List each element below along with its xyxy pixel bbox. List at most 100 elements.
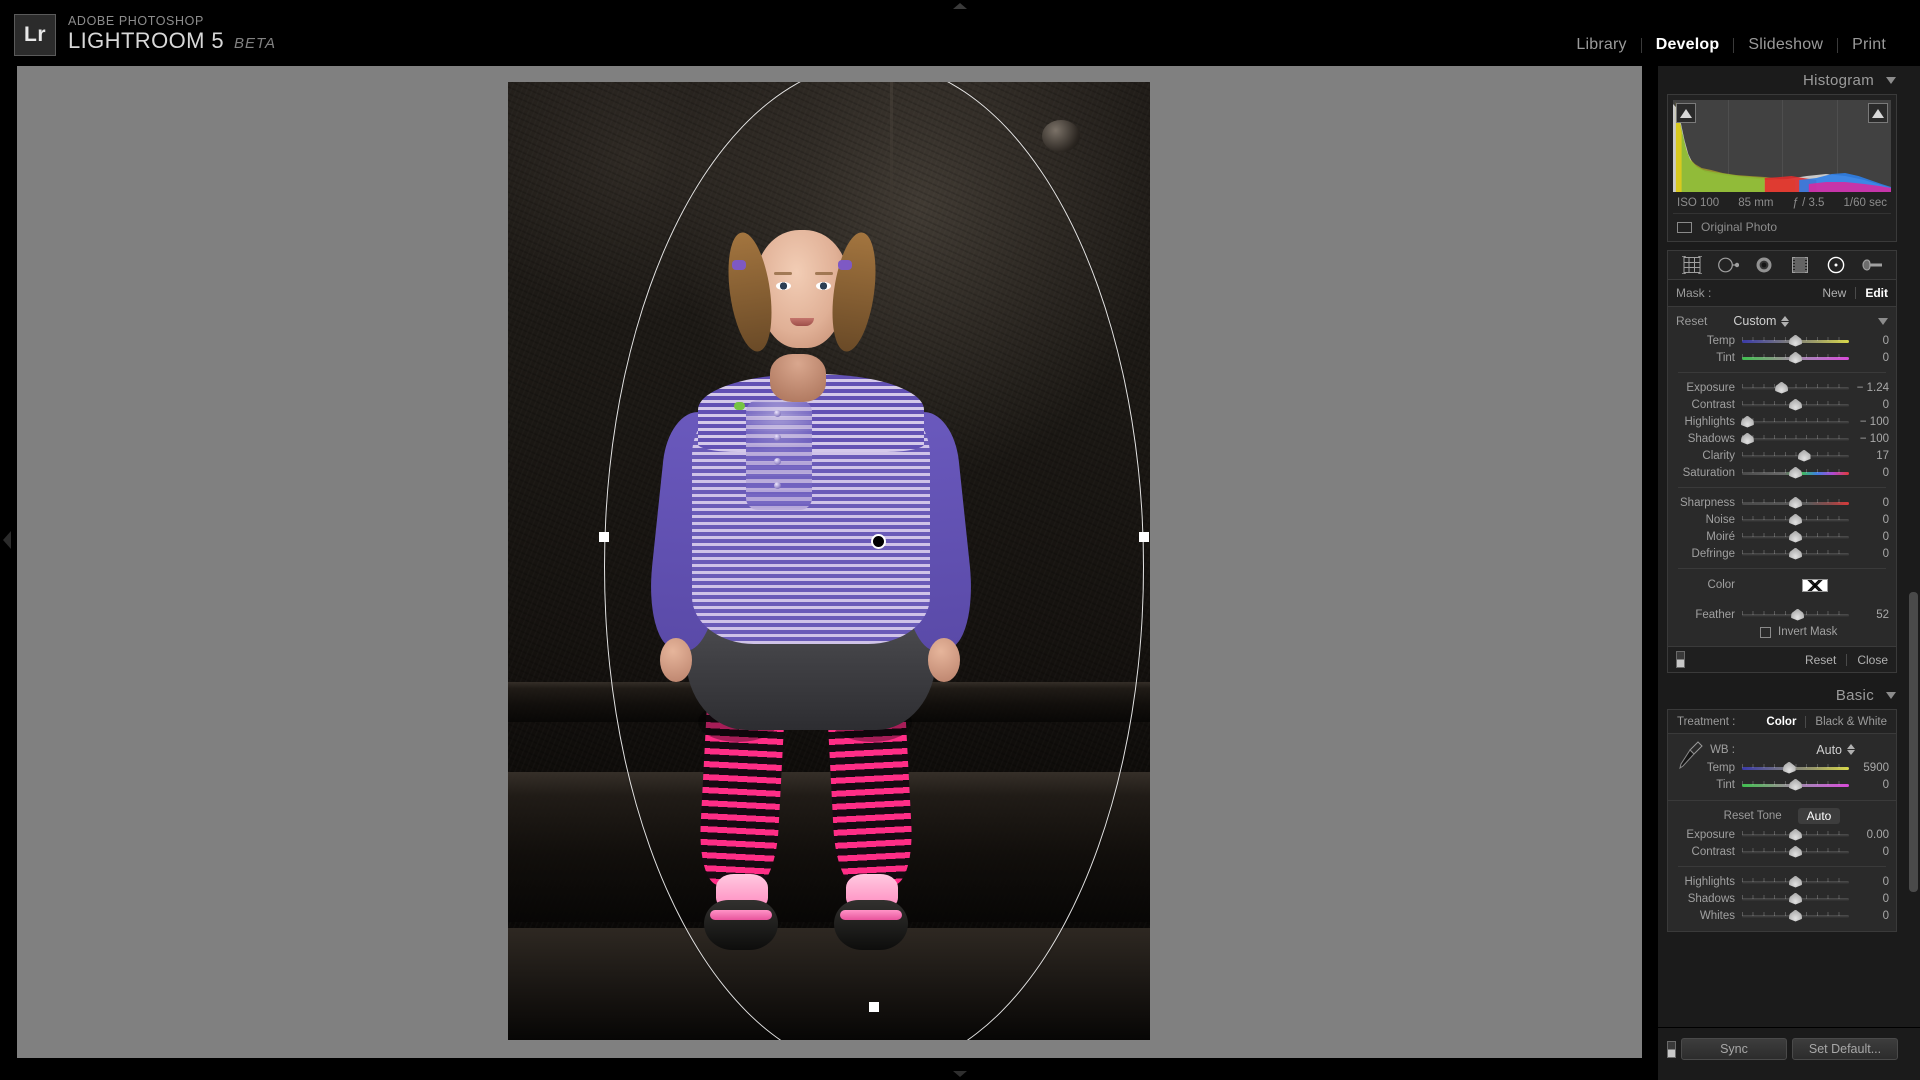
highlight-clipping-button[interactable] bbox=[1868, 103, 1888, 123]
module-print[interactable]: Print bbox=[1838, 36, 1900, 54]
slider-value[interactable]: 52 bbox=[1849, 609, 1889, 621]
slider-track[interactable] bbox=[1742, 608, 1849, 621]
slider-value[interactable]: − 100 bbox=[1849, 416, 1889, 428]
toggle-left-panel-arrow[interactable] bbox=[3, 531, 11, 549]
sync-toggle-switch[interactable] bbox=[1667, 1040, 1676, 1058]
adjustment-brush-tool-icon[interactable] bbox=[1859, 254, 1885, 276]
identity-plate[interactable]: Lr ADOBE PHOTOSHOP LIGHTROOM 5 BETA bbox=[14, 14, 276, 57]
mask-edit-button[interactable]: Edit bbox=[1865, 286, 1888, 300]
toggle-top-panel-arrow[interactable] bbox=[953, 3, 967, 9]
red-eye-correction-tool-icon[interactable] bbox=[1751, 254, 1777, 276]
chevron-down-icon[interactable] bbox=[1886, 691, 1896, 699]
slider-row-shadows[interactable]: Shadows 0 bbox=[1668, 890, 1896, 907]
slider-value[interactable]: 0 bbox=[1849, 467, 1889, 479]
mask-new-button[interactable]: New bbox=[1822, 286, 1846, 300]
slider-row-temp[interactable]: Temp 0 bbox=[1668, 332, 1896, 349]
slider-value[interactable]: 5900 bbox=[1849, 762, 1889, 774]
slider-track[interactable] bbox=[1742, 845, 1849, 858]
slider-value[interactable]: 0 bbox=[1849, 846, 1889, 858]
slider-row-shadows[interactable]: Shadows − 100 bbox=[1668, 430, 1896, 447]
effect-toggle-switch[interactable] bbox=[1676, 651, 1685, 668]
slider-track[interactable] bbox=[1742, 778, 1849, 791]
slider-row-defringe[interactable]: Defringe 0 bbox=[1668, 545, 1896, 562]
treatment-bw-option[interactable]: Black & White bbox=[1815, 716, 1887, 728]
original-photo-row[interactable]: Original Photo bbox=[1673, 213, 1891, 241]
slider-row-sharpness[interactable]: Sharpness 0 bbox=[1668, 494, 1896, 511]
slider-row-contrast[interactable]: Contrast 0 bbox=[1668, 843, 1896, 860]
slider-value[interactable]: 0 bbox=[1849, 497, 1889, 509]
module-library[interactable]: Library bbox=[1562, 36, 1640, 54]
slider-track[interactable] bbox=[1742, 513, 1849, 526]
slider-value[interactable]: 0 bbox=[1849, 893, 1889, 905]
radial-close-button[interactable]: Close bbox=[1857, 653, 1888, 667]
slider-row-feather[interactable]: Feather 52 bbox=[1668, 606, 1896, 623]
slider-row-highlights[interactable]: Highlights − 100 bbox=[1668, 413, 1896, 430]
invert-mask-checkbox[interactable] bbox=[1760, 626, 1771, 638]
slider-row-contrast[interactable]: Contrast 0 bbox=[1668, 396, 1896, 413]
slider-value[interactable]: 0 bbox=[1849, 910, 1889, 922]
scrollbar-thumb[interactable] bbox=[1909, 592, 1918, 892]
slider-value[interactable]: 0 bbox=[1849, 335, 1889, 347]
slider-track[interactable] bbox=[1742, 909, 1849, 922]
slider-track[interactable] bbox=[1742, 466, 1849, 479]
slider-row-moir-[interactable]: Moiré 0 bbox=[1668, 528, 1896, 545]
slider-track[interactable] bbox=[1742, 398, 1849, 411]
slider-value[interactable]: 0.00 bbox=[1849, 829, 1889, 841]
slider-value[interactable]: 0 bbox=[1849, 876, 1889, 888]
slider-row-saturation[interactable]: Saturation 0 bbox=[1668, 464, 1896, 481]
spot-removal-tool-icon[interactable] bbox=[1715, 254, 1741, 276]
slider-track[interactable] bbox=[1740, 415, 1849, 428]
sync-button[interactable]: Sync bbox=[1681, 1038, 1787, 1060]
chevron-down-icon[interactable] bbox=[1878, 317, 1888, 325]
slider-row-tint[interactable]: Tint 0 bbox=[1668, 349, 1896, 366]
radial-handle-bottom[interactable] bbox=[869, 1002, 879, 1012]
radial-color-swatch[interactable] bbox=[1802, 578, 1828, 592]
slider-row-exposure[interactable]: Exposure − 1.24 bbox=[1668, 379, 1896, 396]
slider-track[interactable] bbox=[1742, 828, 1849, 841]
radial-reset-button[interactable]: Reset bbox=[1805, 653, 1836, 667]
shadow-clipping-button[interactable] bbox=[1676, 103, 1696, 123]
slider-track[interactable] bbox=[1742, 496, 1849, 509]
slider-row-whites[interactable]: Whites 0 bbox=[1668, 907, 1896, 924]
toggle-filmstrip-arrow[interactable] bbox=[953, 1071, 967, 1077]
slider-track[interactable] bbox=[1742, 875, 1849, 888]
module-slideshow[interactable]: Slideshow bbox=[1734, 36, 1837, 54]
slider-track[interactable] bbox=[1742, 351, 1849, 364]
chevron-down-icon[interactable] bbox=[1886, 76, 1896, 84]
radial-effect-preset-select[interactable]: Custom bbox=[1733, 314, 1790, 328]
image-canvas[interactable] bbox=[17, 66, 1642, 1058]
slider-track[interactable] bbox=[1742, 547, 1849, 560]
radial-handle-right[interactable] bbox=[1139, 532, 1149, 542]
slider-track[interactable] bbox=[1742, 381, 1849, 394]
radial-handle-left[interactable] bbox=[599, 532, 609, 542]
slider-value[interactable]: − 100 bbox=[1849, 433, 1889, 445]
slider-row-highlights[interactable]: Highlights 0 bbox=[1668, 873, 1896, 890]
slider-row-exposure[interactable]: Exposure 0.00 bbox=[1668, 826, 1896, 843]
slider-row-noise[interactable]: Noise 0 bbox=[1668, 511, 1896, 528]
radial-filter-center-pin[interactable] bbox=[871, 534, 886, 549]
slider-value[interactable]: 17 bbox=[1849, 450, 1889, 462]
slider-track[interactable] bbox=[1740, 432, 1849, 445]
slider-track[interactable] bbox=[1742, 761, 1849, 774]
preview-photo[interactable] bbox=[508, 82, 1150, 1040]
slider-track[interactable] bbox=[1742, 530, 1849, 543]
slider-value[interactable]: 0 bbox=[1849, 352, 1889, 364]
invert-mask-row[interactable]: Invert Mask bbox=[1668, 623, 1896, 640]
slider-value[interactable]: 0 bbox=[1849, 531, 1889, 543]
slider-value[interactable]: 0 bbox=[1849, 514, 1889, 526]
module-develop[interactable]: Develop bbox=[1642, 36, 1734, 54]
slider-row-tint[interactable]: Tint 0 bbox=[1668, 776, 1896, 793]
right-panel-scrollbar[interactable] bbox=[1909, 72, 1918, 1027]
slider-value[interactable]: 0 bbox=[1849, 548, 1889, 560]
graduated-filter-tool-icon[interactable] bbox=[1787, 254, 1813, 276]
slider-value[interactable]: − 1.24 bbox=[1849, 382, 1889, 394]
right-panel-scroll-area[interactable]: Histogram ISO 100 85 mm ƒ / 3.5 1/60 sec… bbox=[1658, 66, 1906, 1027]
radial-reset-link[interactable]: Reset bbox=[1676, 314, 1707, 328]
reset-tone-button[interactable]: Reset Tone bbox=[1724, 810, 1782, 822]
radial-filter-tool-icon[interactable] bbox=[1823, 254, 1849, 276]
slider-track[interactable] bbox=[1742, 449, 1849, 462]
slider-value[interactable]: 0 bbox=[1849, 399, 1889, 411]
slider-track[interactable] bbox=[1742, 334, 1849, 347]
histogram-header[interactable]: Histogram bbox=[1658, 66, 1906, 94]
slider-value[interactable]: 0 bbox=[1849, 779, 1889, 791]
